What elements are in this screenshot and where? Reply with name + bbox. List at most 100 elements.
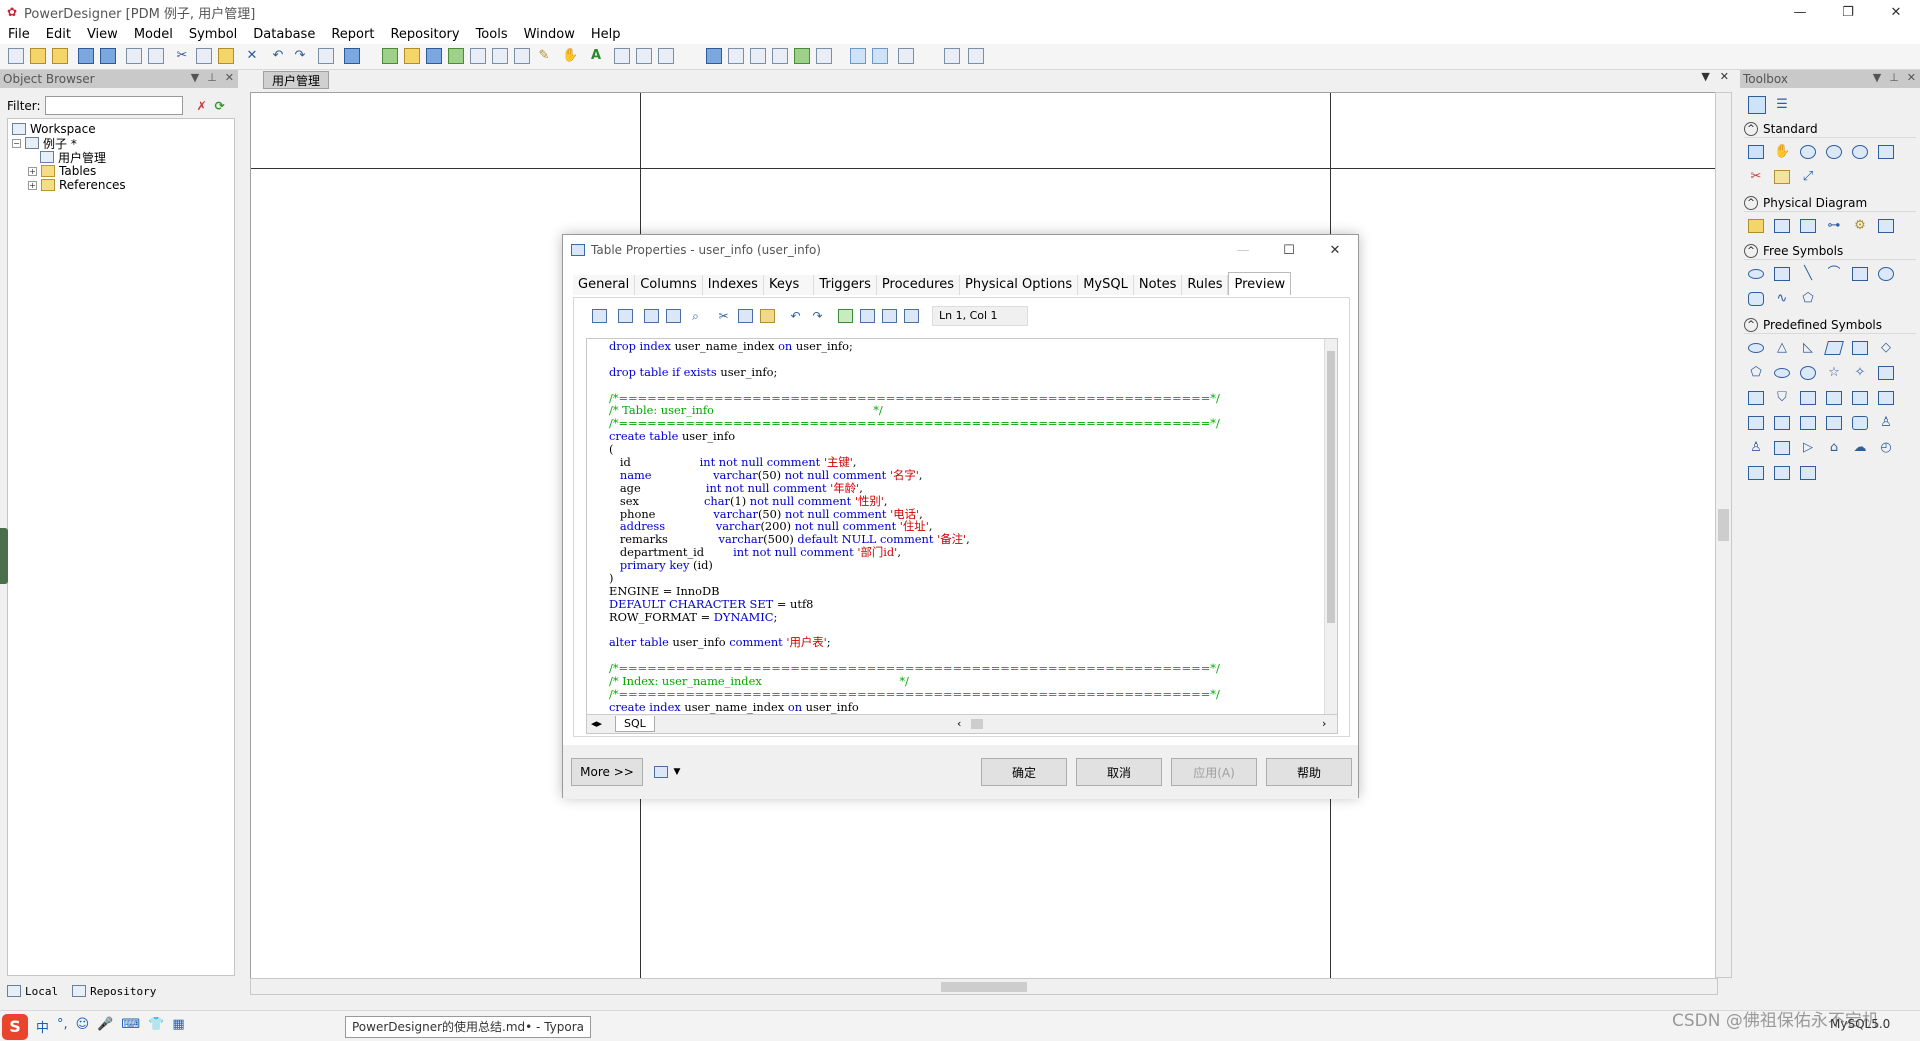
tab-general[interactable]: General bbox=[573, 275, 636, 295]
sql-code[interactable]: drop index user_name_index on user_info;… bbox=[587, 339, 1322, 714]
chevron-symbol-icon[interactable]: ▷ bbox=[1800, 441, 1816, 455]
taskbar-typora-window[interactable]: PowerDesigner的使用总结.md• - Typora bbox=[345, 1016, 591, 1038]
save-icon[interactable] bbox=[644, 309, 659, 323]
tab-local[interactable]: Local bbox=[7, 985, 58, 998]
menu-database[interactable]: Database bbox=[245, 27, 323, 42]
tag-symbol-icon[interactable]: ⌂ bbox=[1826, 441, 1842, 455]
section-predefined-symbols[interactable]: ^ Predefined Symbols bbox=[1744, 316, 1916, 334]
print-icon[interactable] bbox=[148, 48, 164, 64]
menu-symbol[interactable]: Symbol bbox=[181, 27, 245, 42]
pin-icon[interactable]: ⊥ bbox=[1889, 71, 1899, 84]
print-preview-icon[interactable] bbox=[126, 48, 142, 64]
tab-notes[interactable]: Notes bbox=[1133, 275, 1183, 295]
polyline-tool-icon[interactable]: ∿ bbox=[1774, 292, 1790, 306]
arc-tool-icon[interactable]: ⌒ bbox=[1826, 267, 1842, 281]
menu-file[interactable]: File bbox=[0, 27, 38, 42]
text-tool-icon[interactable] bbox=[1774, 267, 1790, 281]
help-button[interactable]: 帮助 bbox=[1266, 758, 1352, 786]
view-tool-icon[interactable] bbox=[1800, 219, 1816, 233]
align-right-icon[interactable] bbox=[750, 48, 766, 64]
cut-icon[interactable]: ✂ bbox=[174, 48, 190, 64]
pin-icon[interactable]: ⊥ bbox=[207, 71, 217, 84]
paste-icon[interactable] bbox=[760, 309, 775, 323]
expand-icon[interactable]: + bbox=[28, 166, 37, 176]
dialog-close-button[interactable]: ✕ bbox=[1312, 235, 1358, 265]
edit-dropdown-icon[interactable] bbox=[618, 309, 633, 323]
align-left-icon[interactable] bbox=[706, 48, 722, 64]
rounded-rect-tool-icon[interactable] bbox=[1748, 292, 1764, 306]
minimize-button[interactable]: — bbox=[1776, 0, 1824, 24]
show-browser-icon[interactable] bbox=[872, 48, 888, 64]
section-free-symbols[interactable]: ^ Free Symbols bbox=[1744, 242, 1916, 260]
zoom-page-icon[interactable] bbox=[944, 48, 960, 64]
sql-horizontal-scrollbar[interactable]: ◂▸ SQL ‹ › bbox=[587, 714, 1337, 733]
menu-tools[interactable]: Tools bbox=[468, 27, 516, 42]
menu-view[interactable]: View bbox=[79, 27, 126, 42]
impact-icon[interactable] bbox=[470, 48, 486, 64]
sql-vertical-scrollbar[interactable] bbox=[1324, 339, 1337, 714]
close-button[interactable]: ✕ bbox=[1872, 0, 1920, 24]
cut-icon[interactable]: ✂ bbox=[716, 309, 731, 323]
line-style-icon[interactable] bbox=[636, 48, 652, 64]
menu-report[interactable]: Report bbox=[323, 27, 382, 42]
package-tool-icon[interactable] bbox=[1748, 219, 1764, 233]
show-options-icon[interactable] bbox=[860, 309, 875, 323]
redo-icon[interactable]: ↷ bbox=[292, 48, 308, 64]
copy-icon[interactable] bbox=[196, 48, 212, 64]
oval-symbol-icon[interactable] bbox=[1748, 343, 1764, 353]
show-output-icon[interactable] bbox=[898, 48, 914, 64]
menu-model[interactable]: Model bbox=[126, 27, 181, 42]
properties-icon[interactable] bbox=[318, 48, 334, 64]
ime-chinese-toggle[interactable]: 中 bbox=[36, 1017, 49, 1036]
ok-button[interactable]: 确定 bbox=[981, 758, 1067, 786]
compare-icon[interactable] bbox=[426, 48, 442, 64]
ellipse-tool-icon[interactable] bbox=[1748, 269, 1764, 279]
restore-button[interactable]: ❐ bbox=[1824, 0, 1872, 24]
panel-menu-icon[interactable]: ▼ bbox=[191, 71, 199, 84]
redo-icon[interactable]: ↷ bbox=[810, 309, 825, 323]
tab-mysql[interactable]: MySQL bbox=[1078, 275, 1134, 295]
expand-icon[interactable]: + bbox=[28, 180, 37, 190]
window-symbol-icon[interactable] bbox=[1826, 391, 1842, 405]
shield-symbol-icon[interactable]: ⛉ bbox=[1774, 391, 1790, 405]
save-icon[interactable] bbox=[78, 48, 94, 64]
hand-icon[interactable]: ✋ bbox=[562, 48, 578, 64]
doc-menu-icon[interactable]: ▼ bbox=[1701, 70, 1709, 83]
diagram-tab[interactable]: 用户管理 bbox=[263, 71, 330, 89]
reverse-icon[interactable] bbox=[404, 48, 420, 64]
tab-repository[interactable]: Repository bbox=[72, 985, 156, 998]
section-standard[interactable]: ^ Standard bbox=[1744, 120, 1916, 138]
scroll-thumb[interactable] bbox=[941, 982, 1027, 992]
tab-triggers[interactable]: Triggers bbox=[814, 275, 877, 295]
undo-icon[interactable]: ↶ bbox=[270, 48, 286, 64]
pencil-icon[interactable]: ✎ bbox=[536, 48, 552, 64]
note-tool-icon[interactable] bbox=[1774, 170, 1790, 184]
line-tool-icon[interactable]: ╲ bbox=[1800, 267, 1816, 281]
show-palette-icon[interactable] bbox=[850, 48, 866, 64]
generate-icon[interactable] bbox=[382, 48, 398, 64]
refresh-icon[interactable] bbox=[448, 48, 464, 64]
grabber-tool-icon[interactable]: ✋ bbox=[1774, 145, 1790, 159]
clear-filter-icon[interactable]: ✗ bbox=[197, 99, 207, 113]
server-symbol-icon[interactable] bbox=[1826, 416, 1842, 430]
diamond-symbol-icon[interactable]: ◇ bbox=[1878, 341, 1894, 355]
ime-logo-icon[interactable]: S bbox=[2, 1014, 28, 1040]
dialog-maximize-button[interactable]: ☐ bbox=[1266, 235, 1312, 265]
clock-symbol-icon[interactable]: ◴ bbox=[1878, 441, 1894, 455]
section-physical-diagram[interactable]: ^ Physical Diagram bbox=[1744, 194, 1916, 212]
grid-icon[interactable] bbox=[514, 48, 530, 64]
ellipse-symbol-icon[interactable] bbox=[1774, 368, 1790, 378]
canvas-vertical-scrollbar[interactable] bbox=[1715, 92, 1732, 978]
frame-icon[interactable] bbox=[492, 48, 508, 64]
zoom-out-icon[interactable] bbox=[1826, 145, 1842, 159]
banner-symbol-icon[interactable] bbox=[1878, 366, 1894, 380]
stack-symbol-icon[interactable] bbox=[1774, 416, 1790, 430]
circle-symbol-icon[interactable] bbox=[1800, 366, 1816, 380]
copy-icon[interactable] bbox=[738, 309, 753, 323]
procedure-tool-icon[interactable]: ⚙ bbox=[1852, 219, 1868, 233]
list-view-icon[interactable]: ☰ bbox=[1774, 98, 1790, 112]
align-middle-icon[interactable] bbox=[794, 48, 810, 64]
menu-repository[interactable]: Repository bbox=[382, 27, 467, 42]
align-bottom-icon[interactable] bbox=[816, 48, 832, 64]
font-icon[interactable]: A bbox=[588, 48, 604, 64]
